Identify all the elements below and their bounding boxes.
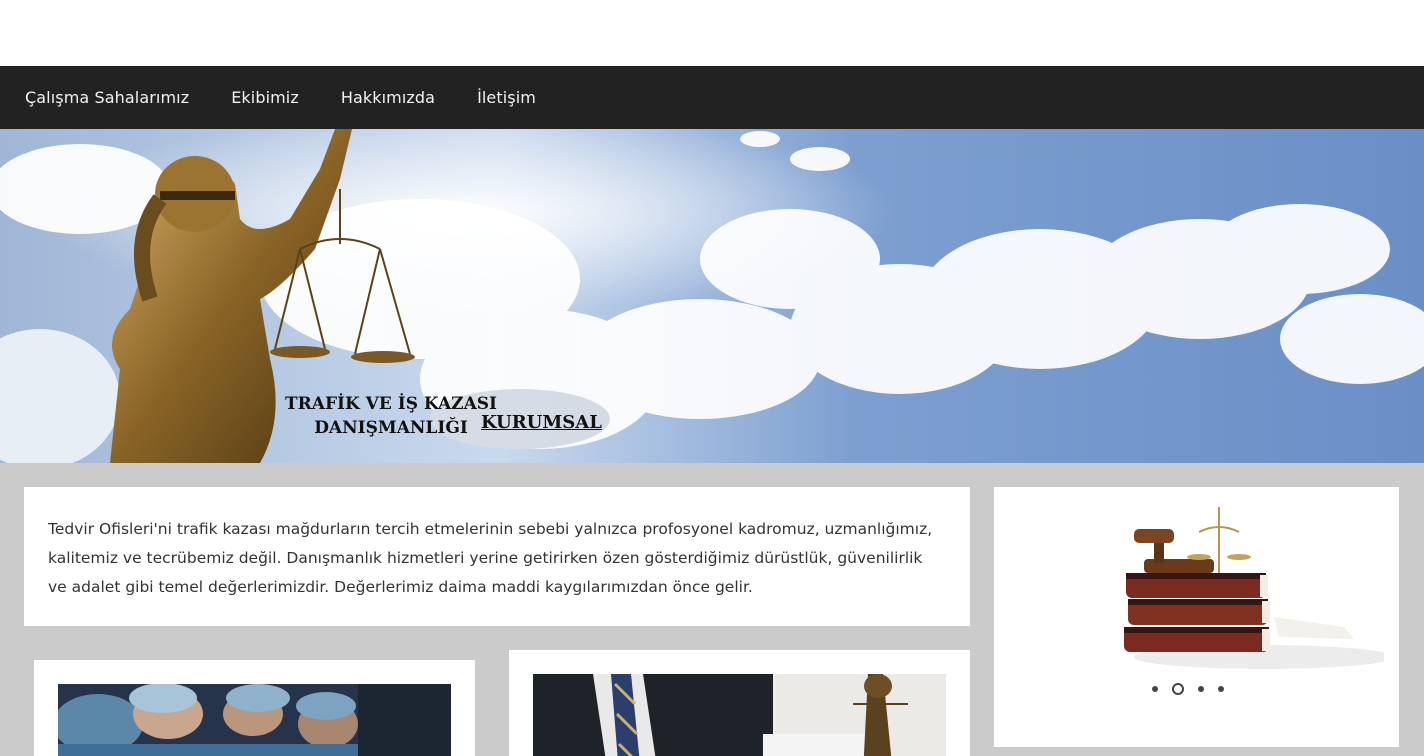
nav-item-ekibimiz[interactable]: Ekibimiz [231, 88, 299, 107]
intro-text: Tedvir Ofisleri'ni trafik kazası mağdurl… [48, 520, 933, 596]
hero-title: TRAFİK VE İŞ KAZASI DANIŞMANLIĞI [285, 392, 497, 440]
hero-banner: TRAFİK VE İŞ KAZASI DANIŞMANLIĞI KURUMSA… [0, 129, 1424, 463]
hero-title-line2: DANIŞMANLIĞI [314, 418, 468, 438]
surgery-image [58, 684, 451, 756]
nav-item-calisma-sahalarimiz[interactable]: Çalışma Sahalarımız [25, 88, 189, 107]
slider-dot-1[interactable] [1152, 686, 1158, 692]
slider-widget [994, 487, 1399, 747]
intro-box: Tedvir Ofisleri'ni trafik kazası mağdurl… [24, 487, 970, 626]
slider-dots [994, 683, 1399, 695]
slider-dot-3[interactable] [1198, 686, 1204, 692]
content-area: Tedvir Ofisleri'ni trafik kazası mağdurl… [0, 463, 1424, 756]
lawyer-image [533, 674, 946, 756]
hero-title-line1: TRAFİK VE İŞ KAZASI [285, 394, 498, 414]
nav-item-hakkimizda[interactable]: Hakkımızda [341, 88, 435, 107]
service-card-health[interactable] [34, 660, 475, 756]
top-bar [0, 0, 1424, 66]
service-card-law[interactable] [509, 650, 970, 756]
slider-dot-4[interactable] [1218, 686, 1224, 692]
gavel-books-image [1104, 507, 1394, 672]
slider-dot-2[interactable] [1172, 683, 1184, 695]
nav-item-iletisim[interactable]: İletişim [477, 88, 536, 107]
kurumsal-link[interactable]: KURUMSAL [481, 412, 602, 433]
hero-image [0, 129, 1424, 463]
main-nav: Çalışma Sahalarımız Ekibimiz Hakkımızda … [0, 66, 1424, 129]
